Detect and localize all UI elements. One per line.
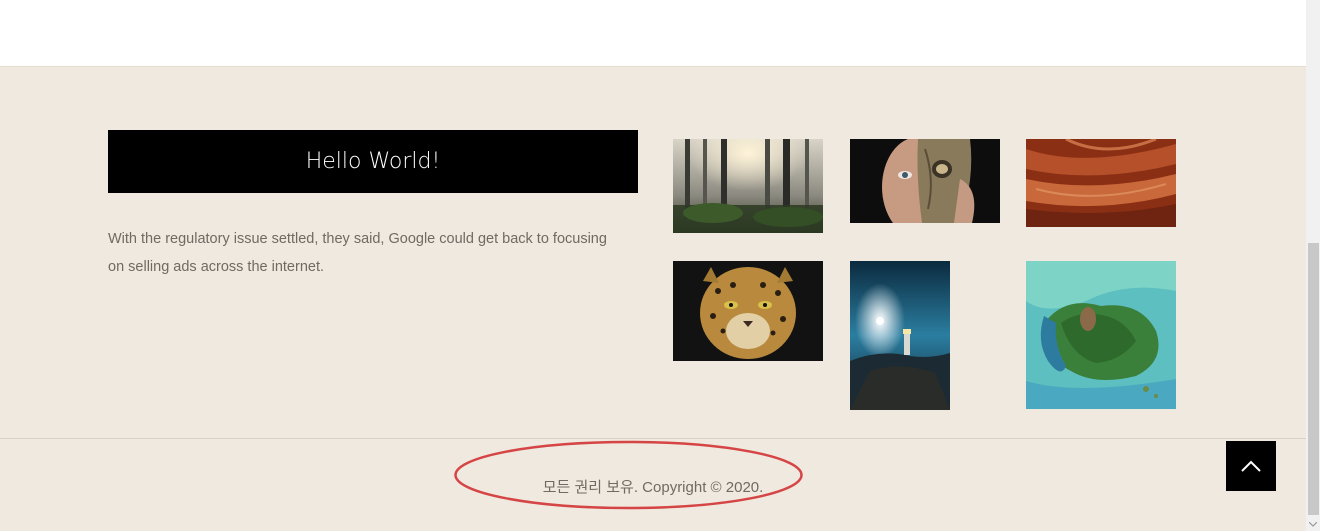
footer-divider (0, 438, 1306, 439)
chevron-up-icon (1241, 460, 1261, 472)
butterfly-face-photo (850, 139, 1000, 223)
content-area-top (0, 0, 1306, 67)
gallery-image-lighthouse[interactable] (850, 261, 950, 410)
island-aerial-photo (1026, 261, 1176, 409)
gallery-image-leopard[interactable] (673, 261, 823, 361)
widget-title: Hello World! (108, 130, 638, 193)
back-to-top-button[interactable] (1226, 441, 1276, 491)
scrollbar-thumb[interactable] (1308, 243, 1319, 515)
highlight-annotation-ellipse (454, 440, 803, 510)
chevron-down-icon (1309, 521, 1317, 527)
scroll-down-arrow[interactable] (1306, 517, 1320, 531)
gallery-image-butterfly-face[interactable] (850, 139, 1000, 223)
leopard-photo (673, 261, 823, 361)
lighthouse-photo (850, 261, 950, 410)
gallery-image-island-aerial[interactable] (1026, 261, 1176, 409)
gallery-image-canyon[interactable] (1026, 139, 1176, 227)
canyon-photo (1026, 139, 1176, 227)
forest-photo (673, 139, 823, 233)
widget-description: With the regulatory issue settled, they … (108, 231, 607, 275)
gallery-image-forest[interactable] (673, 139, 823, 233)
